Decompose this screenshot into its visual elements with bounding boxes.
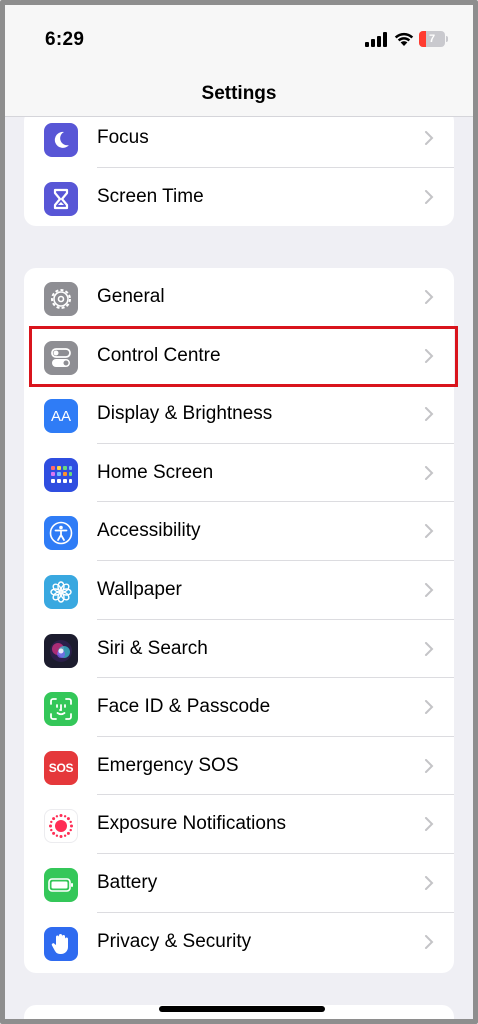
chevron-right-icon	[425, 407, 434, 422]
battery-indicator: 7	[419, 31, 449, 47]
row-label: Home Screen	[97, 461, 214, 483]
cellular-signal-icon	[365, 32, 387, 47]
chevron-right-icon	[425, 189, 434, 204]
icon-text: SOS	[48, 760, 74, 775]
face-id-icon	[44, 692, 78, 727]
sos-icon: SOS	[44, 750, 78, 785]
chevron-right-icon	[425, 700, 434, 715]
exposure-icon	[44, 809, 78, 844]
settings-row-siri-search[interactable]: Siri & Search	[24, 620, 454, 679]
chevron-right-icon	[425, 758, 434, 773]
chevron-right-icon	[425, 131, 434, 145]
settings-row-screen-time[interactable]: Screen Time	[24, 168, 454, 226]
phone-frame: 6:29 7 Settings Focus Screen Time Genera…	[0, 0, 478, 1024]
row-label: Battery	[97, 872, 158, 893]
hourglass-icon	[44, 181, 78, 216]
settings-row-focus[interactable]: Focus	[24, 109, 454, 168]
settings-row-accessibility[interactable]: Accessibility	[24, 502, 454, 561]
row-label: Face ID & Passcode	[97, 696, 271, 718]
row-label: Exposure Notifications	[97, 813, 287, 835]
settings-row-face-id[interactable]: Face ID & Passcode	[24, 678, 454, 737]
chevron-right-icon	[425, 290, 434, 304]
settings-group-general: General Control Centre AA Display & Brig…	[24, 268, 454, 973]
siri-icon	[44, 633, 78, 668]
settings-row-control-centre[interactable]: Control Centre	[24, 327, 454, 386]
chevron-right-icon	[425, 817, 434, 832]
chevron-right-icon	[425, 465, 434, 480]
settings-row-privacy-security[interactable]: Privacy & Security	[24, 913, 454, 972]
row-label: General	[97, 286, 165, 307]
row-label: Display & Brightness	[97, 403, 273, 425]
page-title: Settings	[201, 83, 277, 104]
chevron-right-icon	[425, 524, 434, 539]
status-time: 6:29	[45, 29, 85, 50]
settings-row-wallpaper[interactable]: Wallpaper	[24, 561, 454, 620]
row-label: Screen Time	[97, 185, 204, 207]
settings-row-emergency-sos[interactable]: SOS Emergency SOS	[24, 737, 454, 796]
chevron-right-icon	[425, 876, 434, 890]
settings-row-display-brightness[interactable]: AA Display & Brightness	[24, 385, 454, 444]
settings-row-general[interactable]: General	[24, 268, 454, 327]
row-label: Emergency SOS	[97, 754, 239, 776]
flower-icon	[44, 575, 78, 609]
battery-level: 7	[428, 33, 436, 45]
status-bar: 6:29 7	[5, 5, 473, 75]
settings-row-exposure-notifications[interactable]: Exposure Notifications	[24, 795, 454, 854]
accessibility-icon	[44, 516, 78, 551]
settings-group-focus: Focus Screen Time	[24, 109, 454, 226]
chevron-right-icon	[425, 583, 434, 597]
wifi-icon	[394, 32, 414, 46]
row-label: Accessibility	[97, 520, 201, 542]
row-label: Siri & Search	[97, 637, 208, 659]
battery-icon	[44, 868, 78, 902]
moon-icon	[44, 123, 78, 157]
settings-row-battery[interactable]: Battery	[24, 854, 454, 913]
hand-icon	[44, 926, 78, 961]
row-label: Control Centre	[97, 344, 221, 366]
text-size-icon: AA	[44, 399, 78, 434]
chevron-right-icon	[425, 934, 434, 949]
row-label: Privacy & Security	[97, 930, 252, 952]
battery-tip	[446, 36, 448, 42]
chevron-right-icon	[425, 348, 434, 363]
settings-row-home-screen[interactable]: Home Screen	[24, 444, 454, 503]
icon-text: AA	[50, 407, 71, 425]
app-grid-icon	[44, 457, 78, 492]
toggles-icon	[44, 340, 78, 375]
chevron-right-icon	[425, 641, 434, 656]
row-label: Wallpaper	[97, 579, 182, 600]
home-indicator[interactable]	[159, 1006, 325, 1012]
gear-icon	[44, 282, 78, 316]
row-label: Focus	[97, 127, 149, 148]
